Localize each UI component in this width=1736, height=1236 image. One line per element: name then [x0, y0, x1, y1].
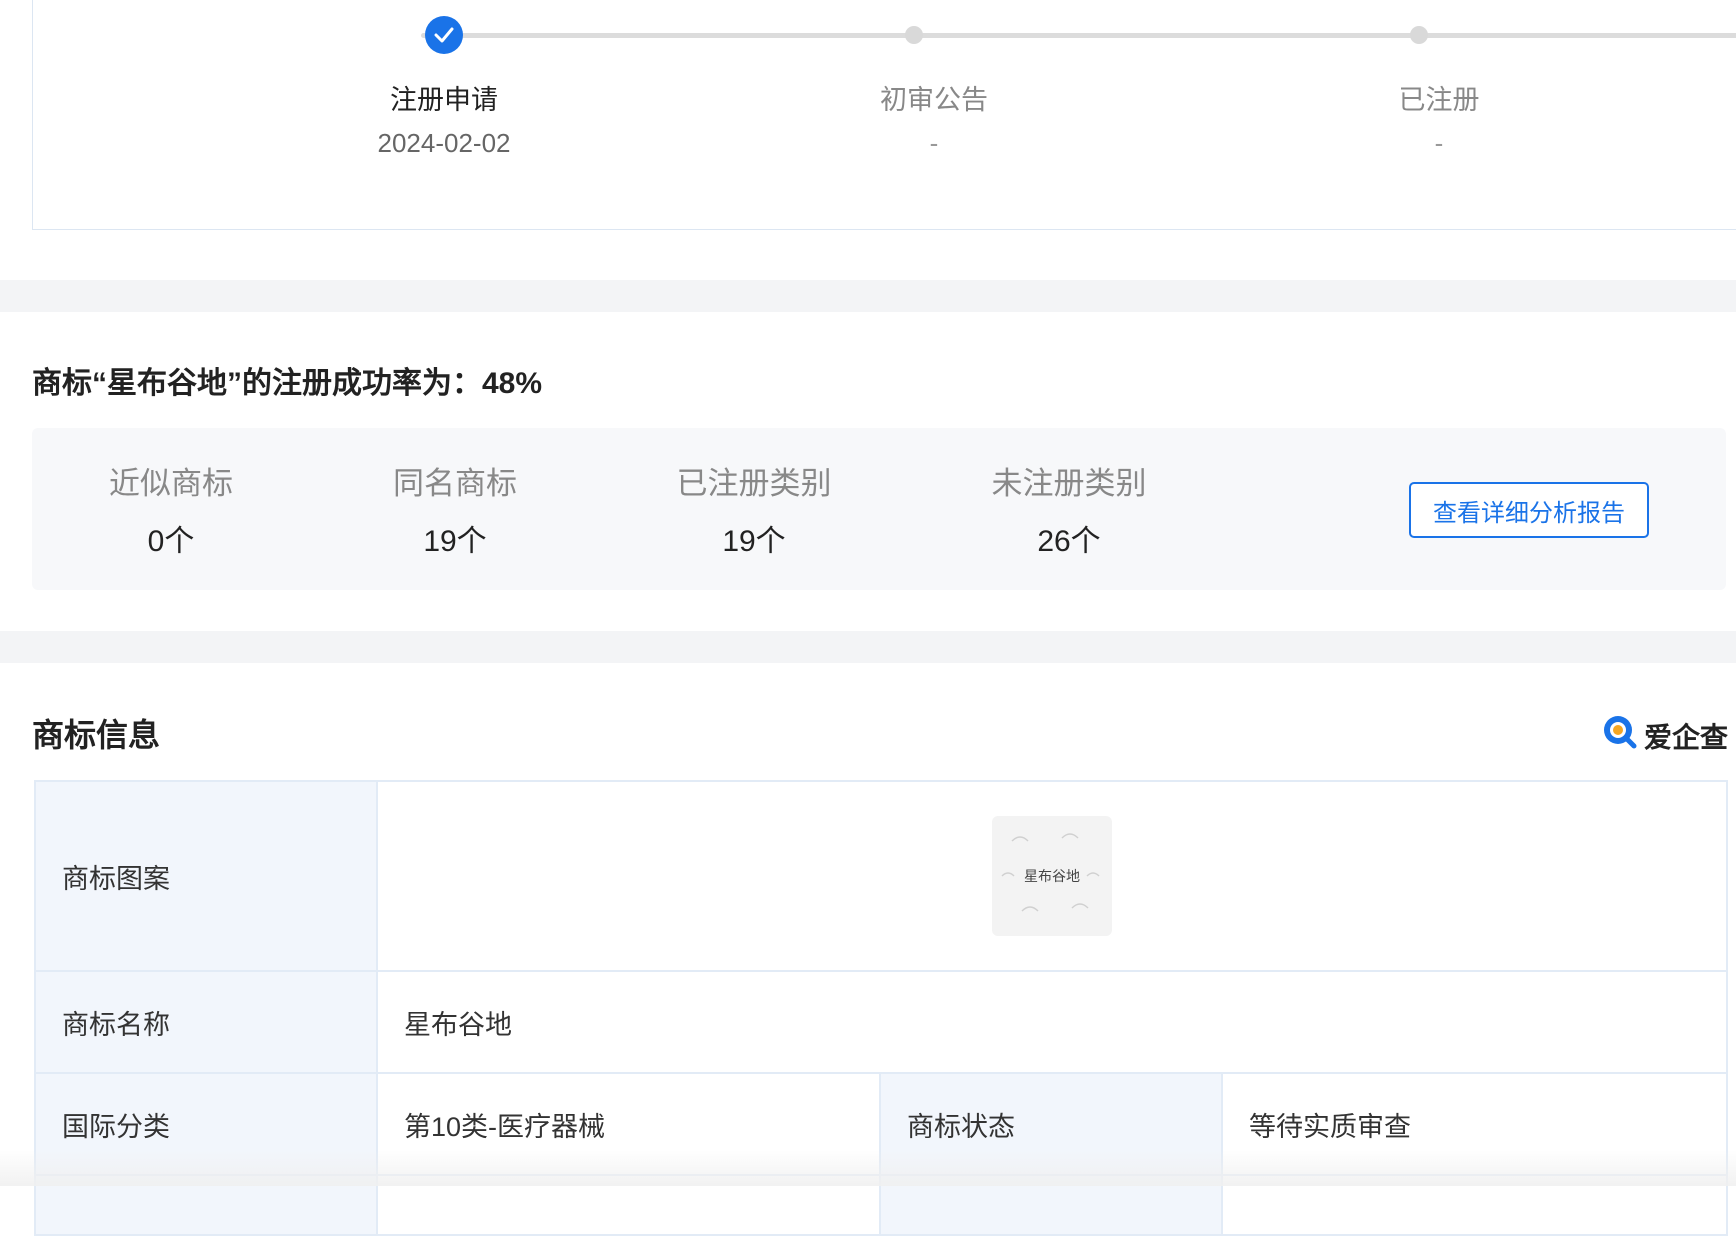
stat-label: 已注册类别	[676, 466, 832, 501]
step-label: 注册申请	[390, 85, 498, 115]
brand-name: 爱企查	[1643, 721, 1728, 753]
stat-value: 0个	[147, 525, 195, 558]
stat-same-name[interactable]: 同名商标 19个	[335, 458, 575, 560]
step-pending-dot	[1410, 26, 1428, 44]
stat-label: 同名商标	[393, 466, 517, 501]
row-label: 商标名称	[34, 970, 378, 1074]
stats-panel: 近似商标 0个 同名商标 19个 已注册类别 19个 未注册类别 26个 查看详…	[32, 428, 1726, 590]
stat-label: 近似商标	[109, 466, 233, 501]
brand-logo[interactable]: 爱企查	[1600, 712, 1728, 759]
step-pending-dot	[905, 26, 923, 44]
section-divider	[0, 631, 1736, 663]
trademark-image-text: 星布谷地	[1024, 869, 1081, 885]
stat-value: 26个	[1037, 525, 1101, 558]
step-label: 初审公告	[880, 85, 988, 115]
section-divider	[0, 280, 1736, 312]
table-row: 商标图案 星布谷地	[34, 780, 1729, 972]
step-date: -	[929, 128, 939, 158]
stat-value: 19个	[722, 525, 786, 558]
magnifier-logo-icon	[1600, 712, 1640, 759]
bottom-fade	[0, 1150, 1736, 1186]
progress-track	[421, 33, 1736, 38]
stat-registered-classes[interactable]: 已注册类别 19个	[634, 458, 874, 560]
trademark-name-value: 星布谷地	[375, 970, 1729, 1074]
view-report-button[interactable]: 查看详细分析报告	[1409, 482, 1649, 538]
success-rate-title: 商标“星布谷地”的注册成功率为：48%	[32, 367, 543, 400]
section-title: 商标信息	[32, 717, 161, 753]
step-done-icon	[425, 16, 463, 54]
step-label: 已注册	[1398, 85, 1480, 115]
table-row: 商标名称 星布谷地	[34, 970, 1729, 1074]
step-date: -	[1434, 128, 1444, 158]
stat-similar[interactable]: 近似商标 0个	[51, 458, 291, 560]
progress-card: 注册申请 2024-02-02 初审公告 - 已注册 -	[32, 0, 1736, 230]
stat-value: 19个	[423, 525, 487, 558]
step-date: 2024-02-02	[377, 128, 511, 158]
stat-label: 未注册类别	[991, 466, 1147, 501]
stat-unregistered-classes[interactable]: 未注册类别 26个	[949, 458, 1189, 560]
trademark-image-cell: 星布谷地	[375, 780, 1729, 972]
row-label: 商标图案	[34, 780, 378, 972]
trademark-image[interactable]: 星布谷地	[992, 816, 1113, 936]
